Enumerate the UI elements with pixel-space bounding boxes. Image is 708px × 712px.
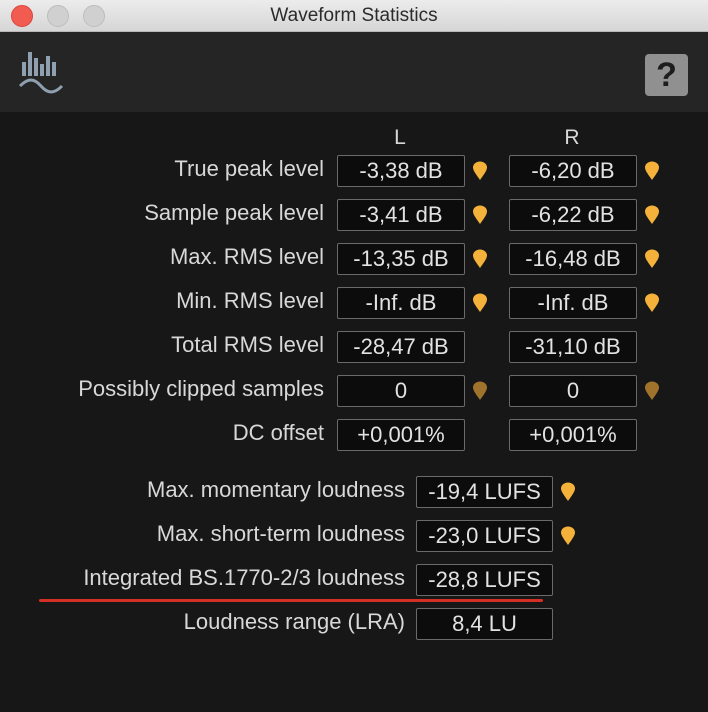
stat-label: Sample peak level bbox=[144, 200, 324, 225]
stat-label: Total RMS level bbox=[171, 332, 324, 357]
stat-value-right: -6,20 dB bbox=[509, 155, 637, 187]
stat-label: Min. RMS level bbox=[176, 288, 324, 313]
stat-value-right: -Inf. dB bbox=[509, 287, 637, 319]
loudness-value: -19,4 LUFS bbox=[416, 476, 553, 508]
jump-to-marker-icon[interactable] bbox=[644, 205, 660, 225]
loudness-value: -23,0 LUFS bbox=[416, 520, 553, 552]
jump-to-marker-icon[interactable] bbox=[644, 293, 660, 313]
window-title: Waveform Statistics bbox=[270, 5, 438, 26]
jump-to-marker-icon[interactable] bbox=[560, 482, 576, 502]
stat-value-left: -3,38 dB bbox=[337, 155, 465, 187]
waveform-statistics-icon bbox=[18, 52, 64, 94]
stat-value-left: -28,47 dB bbox=[337, 331, 465, 363]
jump-to-marker-icon[interactable] bbox=[472, 381, 488, 401]
loudness-label: Max. short-term loudness bbox=[156, 521, 405, 546]
loudness-value: 8,4 LU bbox=[416, 608, 553, 640]
stat-value-left: +0,001% bbox=[337, 419, 465, 451]
stat-label: Possibly clipped samples bbox=[78, 376, 324, 401]
title-bar: Waveform Statistics bbox=[0, 0, 708, 32]
column-header-right: R bbox=[564, 126, 580, 149]
loudness-label: Loudness range (LRA) bbox=[183, 609, 405, 634]
jump-to-marker-icon[interactable] bbox=[644, 161, 660, 181]
stat-value-right: +0,001% bbox=[509, 419, 637, 451]
stat-value-left: -Inf. dB bbox=[337, 287, 465, 319]
stat-value-left: -13,35 dB bbox=[337, 243, 465, 275]
jump-to-marker-icon[interactable] bbox=[472, 161, 488, 181]
stat-value-left: -3,41 dB bbox=[337, 199, 465, 231]
jump-to-marker-icon[interactable] bbox=[644, 249, 660, 269]
stat-value-left: 0 bbox=[337, 375, 465, 407]
stat-label: True peak level bbox=[174, 156, 324, 181]
stat-label: Max. RMS level bbox=[169, 244, 324, 269]
jump-to-marker-icon[interactable] bbox=[472, 249, 488, 269]
loudness-label: Max. momentary loudness bbox=[147, 477, 405, 502]
stat-value-right: 0 bbox=[509, 375, 637, 407]
jump-to-marker-icon[interactable] bbox=[560, 526, 576, 546]
stat-value-right: -31,10 dB bbox=[509, 331, 637, 363]
jump-to-marker-icon[interactable] bbox=[644, 381, 660, 401]
toolbar: ? bbox=[0, 32, 708, 112]
help-button[interactable]: ? bbox=[645, 54, 688, 96]
stat-value-right: -16,48 dB bbox=[509, 243, 637, 275]
highlight-underline bbox=[39, 599, 543, 602]
column-header-left: L bbox=[394, 126, 406, 149]
stat-value-right: -6,22 dB bbox=[509, 199, 637, 231]
loudness-label: Integrated BS.1770-2/3 loudness bbox=[83, 565, 405, 590]
jump-to-marker-icon[interactable] bbox=[472, 205, 488, 225]
loudness-value: -28,8 LUFS bbox=[416, 564, 553, 596]
jump-to-marker-icon[interactable] bbox=[472, 293, 488, 313]
stat-label: DC offset bbox=[232, 420, 324, 445]
